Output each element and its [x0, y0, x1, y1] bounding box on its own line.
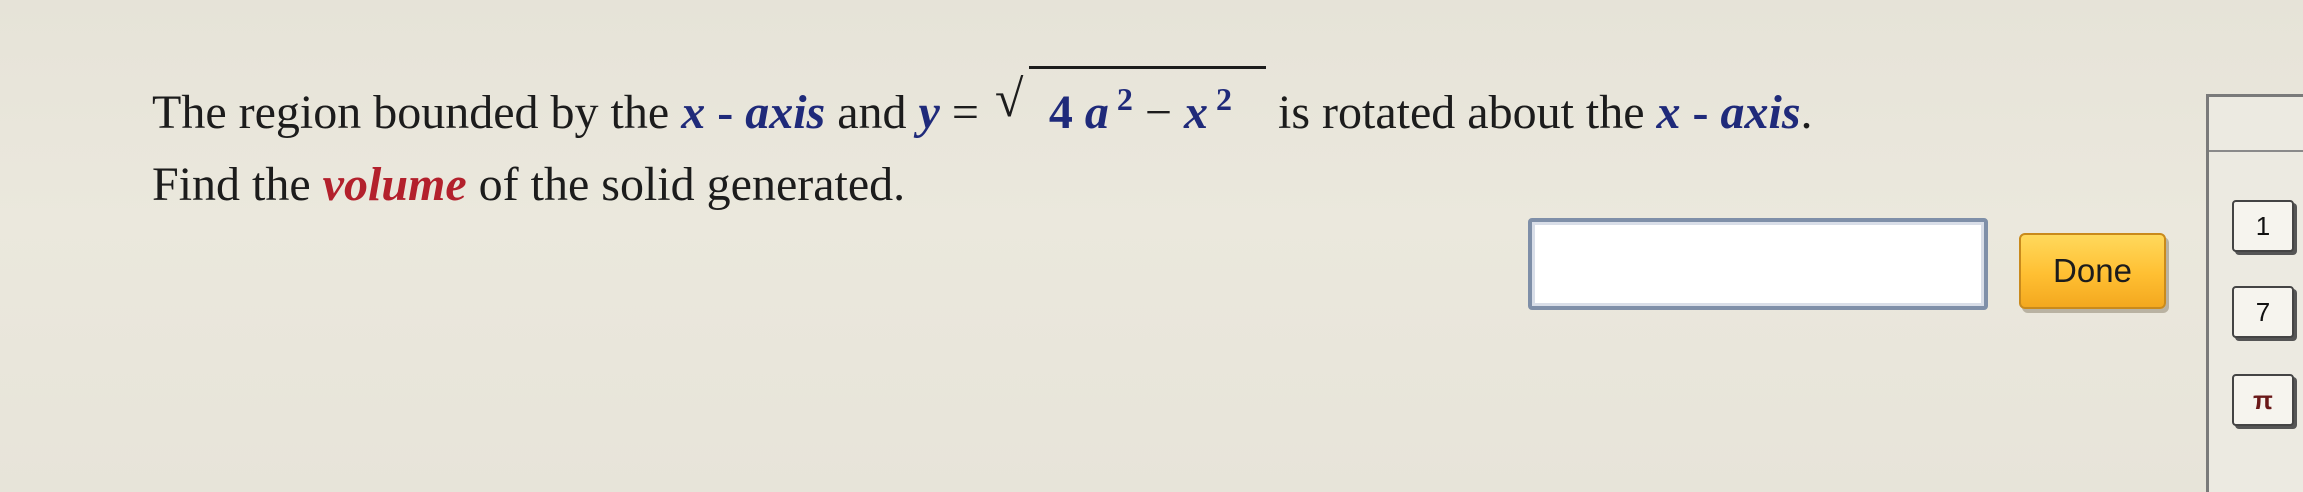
x-variable: x — [1183, 86, 1208, 139]
square-root-expression: √ 4 a2 − x2 — [995, 66, 1266, 149]
x-variable: x — [1656, 86, 1681, 139]
exponent: 2 — [1116, 81, 1133, 117]
question-text-segment: The region bounded by the — [152, 86, 682, 139]
minus-sign: − — [1132, 86, 1184, 139]
question-text-segment: Find the — [152, 158, 323, 211]
dash: - — [1680, 86, 1721, 139]
period: . — [1800, 86, 1813, 139]
question-line-1: The region bounded by the x - axis and y… — [152, 66, 2152, 149]
radicand-coefficient: 4 — [1048, 86, 1073, 139]
volume-keyword: volume — [322, 158, 467, 211]
done-button[interactable]: Done — [2019, 233, 2166, 309]
palette-key-1[interactable]: 1 — [2232, 200, 2294, 252]
question-text: The region bounded by the x - axis and y… — [152, 66, 2152, 221]
exponent: 2 — [1215, 81, 1232, 117]
y-variable: y — [918, 86, 940, 139]
x-variable: x — [681, 86, 706, 139]
a-variable: a — [1084, 86, 1109, 139]
question-screen: The region bounded by the x - axis and y… — [0, 0, 2303, 492]
radical-sign: √ — [994, 71, 1024, 128]
radicand: 4 a2 − x2 — [1028, 66, 1266, 143]
palette-divider — [2209, 150, 2303, 152]
axis-word: axis — [745, 86, 826, 139]
equals-sign: = — [939, 86, 991, 139]
dash: - — [705, 86, 746, 139]
question-text-segment: and — [825, 86, 919, 139]
answer-input[interactable] — [1528, 218, 1988, 310]
question-text-segment: is rotated about the — [1265, 86, 1657, 139]
question-line-2: Find the volume of the solid generated. — [152, 149, 2152, 221]
palette-key-7[interactable]: 7 — [2232, 286, 2294, 338]
axis-word: axis — [1720, 86, 1801, 139]
question-text-segment: of the solid generated. — [466, 158, 906, 211]
palette-key-pi[interactable]: π — [2232, 374, 2294, 426]
